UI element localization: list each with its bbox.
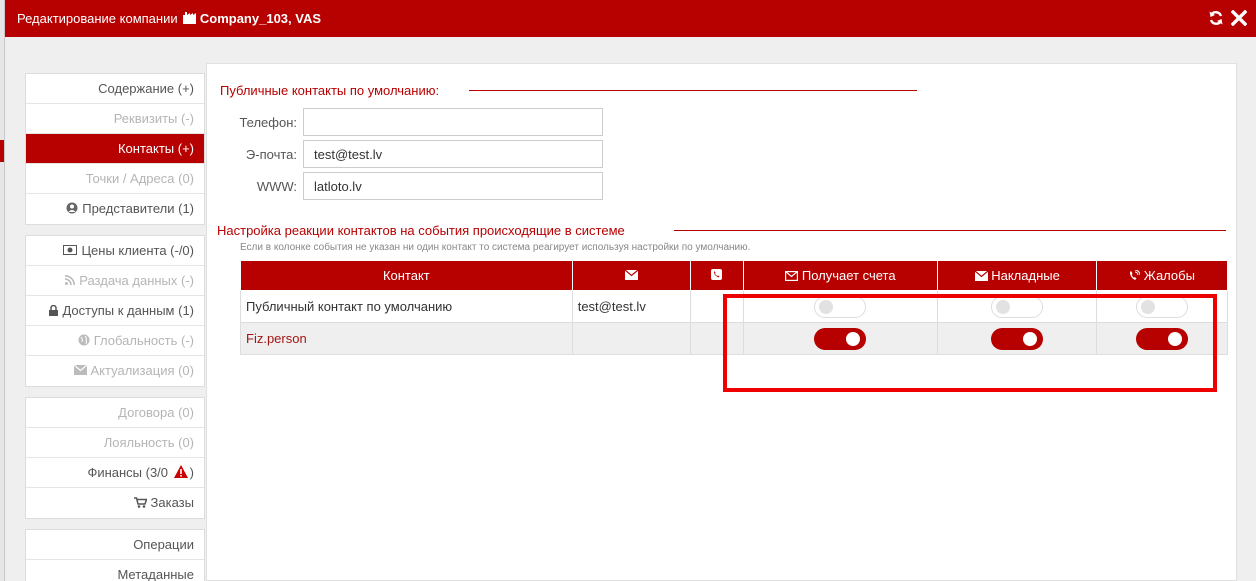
modal-company-name: Company_103, VAS [199, 11, 322, 26]
sidebar-item-data-access[interactable]: Доступы к данным (1) [26, 296, 204, 326]
public-contacts-legend: Публичные контакты по умолчанию: [220, 83, 440, 98]
envelope-icon [974, 270, 988, 281]
www-label: WWW: [256, 179, 297, 194]
sidebar-group-business: Договора (0) Лояльность (0) Финансы (3/0… [25, 397, 205, 519]
www-row: WWW: [207, 172, 627, 200]
sidebar-item-representatives[interactable]: Представители (1) [26, 194, 204, 224]
rss-icon [65, 275, 76, 285]
header-waybills-label: Накладные [991, 268, 1060, 283]
contacts-panel: Публичные контакты по умолчанию: Телефон… [206, 63, 1237, 581]
header-complaints-label: Жалобы [1143, 268, 1195, 283]
sidebar-item-contacts[interactable]: Контакты (+) [26, 134, 204, 164]
contact-phone-cell [689, 322, 744, 355]
envelope-icon [73, 365, 87, 375]
edit-company-modal: Редактирование компании Company_103, VAS… [4, 0, 1256, 581]
email-field[interactable] [303, 140, 603, 168]
sidebar-item-actualization[interactable]: Актуализация (0) [26, 356, 204, 386]
sidebar-item-addresses[interactable]: Точки / Адреса (0) [26, 164, 204, 194]
waybills-cell [937, 322, 1098, 355]
phone-field[interactable] [303, 108, 603, 136]
sidebar-item-globality[interactable]: Глобальность (-) [26, 326, 204, 356]
sidebar-item-content[interactable]: Содержание (+) [26, 74, 204, 104]
header-invoices: Получает счета [742, 260, 939, 291]
user-circle-icon [66, 202, 78, 214]
complaints-cell [1096, 322, 1228, 355]
waybills-toggle[interactable] [991, 295, 1044, 318]
sidebar-item-client-prices[interactable]: Цены клиента (-/0) [26, 236, 204, 266]
invoices-cell [742, 290, 939, 323]
invoices-toggle[interactable] [814, 327, 867, 350]
email-row: Э-почта: [207, 140, 627, 168]
header-phone [689, 260, 744, 291]
phone-label: Телефон: [239, 115, 297, 130]
sidebar-group-main: Содержание (+) Реквизиты (-) Контакты (+… [25, 73, 205, 225]
header-complaints: Жалобы [1096, 260, 1228, 291]
modal-title-text: Редактирование компании [17, 11, 178, 26]
legend-divider [674, 230, 1226, 231]
contact-name-cell[interactable]: Fiz.person [240, 322, 573, 355]
envelope-icon [785, 271, 799, 282]
modal-title: Редактирование компании Company_103, VAS [17, 11, 321, 26]
contact-email-cell [571, 322, 691, 355]
header-waybills: Накладные [937, 260, 1098, 291]
header-invoices-label: Получает счета [801, 268, 896, 283]
sidebar-item-loyalty[interactable]: Лояльность (0) [26, 428, 204, 458]
table-row: Fiz.person [240, 322, 1228, 355]
table-row: Публичный контакт по умолчанию test@test… [240, 290, 1228, 323]
money-icon [63, 245, 78, 255]
warning-icon [173, 465, 188, 478]
envelope-icon [624, 269, 639, 280]
sidebar-item-finances[interactable]: Финансы (3/0 ) [26, 458, 204, 488]
sidebar-group-extra: Операции Метаданные [25, 529, 205, 581]
legend-divider [469, 90, 917, 91]
complaints-toggle[interactable] [1136, 327, 1189, 350]
contact-link[interactable]: Fiz.person [246, 331, 307, 346]
www-field[interactable] [303, 172, 603, 200]
cart-icon [133, 497, 147, 508]
contact-phone-cell [689, 290, 744, 323]
phone-icon [711, 269, 723, 280]
sidebar-nav: Содержание (+) Реквизиты (-) Контакты (+… [25, 73, 205, 581]
table-header-row: Контакт Получает счета Накладные Жалобы [240, 260, 1228, 291]
sidebar-item-orders[interactable]: Заказы [26, 488, 204, 518]
events-hint: Если в колонке события не указан ни один… [240, 242, 751, 253]
sidebar-item-metadata[interactable]: Метаданные [26, 560, 204, 581]
contact-name-cell: Публичный контакт по умолчанию [240, 290, 573, 323]
events-legend: Настройка реакции контактов на события п… [217, 223, 625, 238]
invoices-cell [742, 322, 939, 355]
refresh-icon[interactable] [1208, 10, 1224, 26]
email-label: Э-почта: [245, 147, 297, 162]
phone-volume-icon [1130, 269, 1141, 280]
header-contact: Контакт [240, 260, 573, 291]
complaints-toggle[interactable] [1136, 295, 1189, 318]
contact-email-cell: test@test.lv [571, 290, 691, 323]
sidebar-group-data: Цены клиента (-/0) Раздача данных (-) До… [25, 235, 205, 387]
contact-events-table: Контакт Получает счета Накладные Жалобы … [240, 260, 1228, 355]
phone-row: Телефон: [207, 108, 627, 136]
sidebar-item-contracts[interactable]: Договора (0) [26, 398, 204, 428]
modal-header: Редактирование компании Company_103, VAS [5, 0, 1256, 37]
sidebar-item-data-feed[interactable]: Раздача данных (-) [26, 266, 204, 296]
factory-icon [183, 12, 197, 24]
waybills-cell [937, 290, 1098, 323]
sidebar-item-requisites[interactable]: Реквизиты (-) [26, 104, 204, 134]
invoices-toggle[interactable] [814, 295, 867, 318]
waybills-toggle[interactable] [991, 327, 1044, 350]
lock-icon [49, 305, 59, 316]
sidebar-item-operations[interactable]: Операции [26, 530, 204, 560]
complaints-cell [1096, 290, 1228, 323]
close-icon[interactable] [1231, 10, 1247, 26]
globe-icon [78, 334, 90, 346]
header-email [571, 260, 691, 291]
